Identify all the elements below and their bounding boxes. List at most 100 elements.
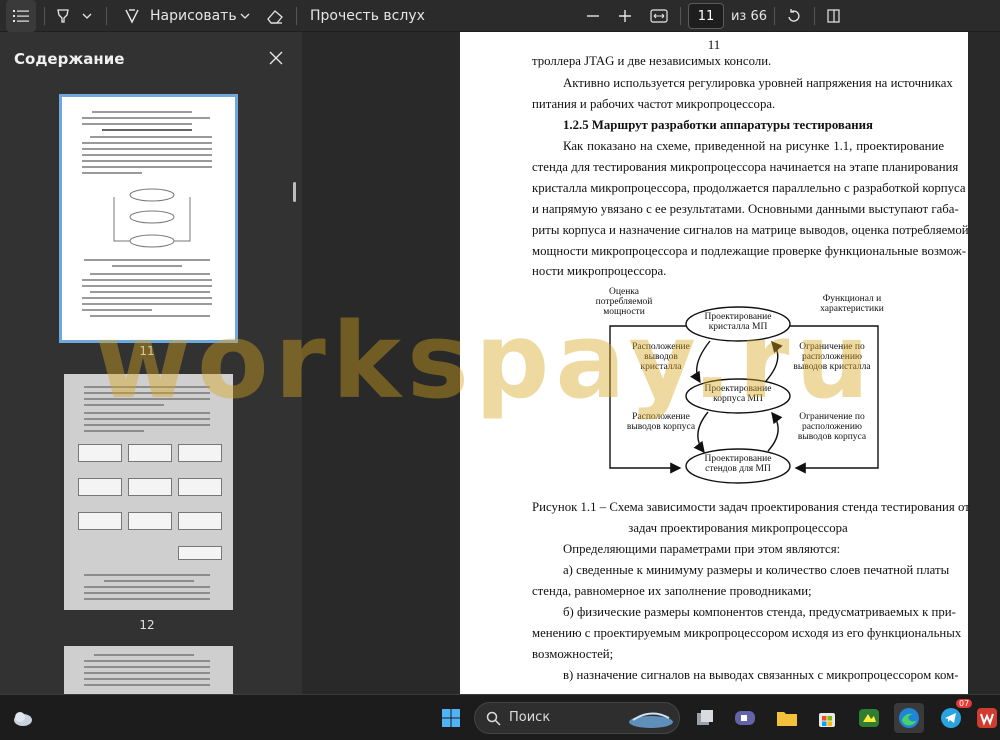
text-line: б) физические размеры компонентов стенда… (563, 605, 956, 619)
fit-width-icon (650, 9, 668, 23)
text-line: риты корпуса и назначение сигналов на ма… (532, 223, 969, 237)
diagram-node-chip-design: Проектирование кристалла МП (704, 312, 772, 332)
taskbar-search[interactable]: Поиск (474, 702, 680, 734)
figure-caption: задач проектирования микропроцессора (628, 521, 848, 535)
sidebar-title: Содержание (14, 50, 125, 68)
eraser-icon (267, 10, 283, 24)
chevron-down-icon (240, 13, 250, 19)
plus-icon (619, 10, 631, 22)
video-chat-icon (735, 711, 755, 725)
thumbnail-page-11[interactable] (59, 94, 238, 343)
eraser-button[interactable] (262, 0, 288, 32)
search-label: Поиск (509, 710, 551, 725)
toolbar-separator (680, 7, 681, 25)
text-line: троллера JTAG и две независимых консоли. (532, 54, 772, 68)
draw-button[interactable]: Нарисовать (150, 0, 237, 32)
wps-office-icon (977, 708, 997, 728)
file-explorer-button[interactable] (772, 703, 802, 733)
page-view-button[interactable] (822, 0, 846, 32)
text-line: менению с проектируемым микропроцессором… (532, 626, 962, 640)
toolbar-separator (106, 7, 107, 25)
pen-icon (125, 9, 139, 24)
text-line: ности микропроцессора. (532, 264, 667, 278)
store-button[interactable] (812, 703, 842, 733)
zoom-out-button[interactable] (582, 0, 604, 32)
folder-icon (777, 712, 797, 726)
toolbar-separator (814, 7, 815, 25)
diagram-label-chip-pins: Расположение выводов кристалла (632, 342, 690, 372)
diagram-label-chip-pin-limit: Ограничение по расположению выводов крис… (793, 342, 871, 372)
text-line: Как показано на схеме, приведенной на ри… (563, 139, 944, 153)
text-line: Определяющими параметрами при этом являю… (563, 542, 841, 556)
chevron-down-icon (82, 13, 92, 19)
diagram-node-package-design: Проектирование корпуса МП (704, 384, 772, 404)
thumbnail-diagram (113, 188, 191, 248)
search-icon (486, 711, 501, 726)
figure-1-1-diagram: Проектирование кристалла МП Проектирован… (590, 286, 890, 486)
minus-icon (587, 15, 599, 17)
weather-icon (14, 712, 32, 726)
start-button[interactable] (436, 703, 466, 733)
highlight-button[interactable] (52, 0, 74, 32)
draw-icon-button[interactable] (120, 0, 144, 32)
diagram-label-functional: Функционал и характеристики (820, 294, 884, 314)
toolbar-separator (296, 7, 297, 25)
weather-widget[interactable] (8, 703, 38, 733)
games-app-button[interactable] (854, 703, 884, 733)
telegram-icon (941, 708, 961, 728)
sidebar-scrollbar[interactable] (293, 182, 296, 202)
read-aloud-button[interactable]: Прочесть вслух (310, 0, 425, 32)
edge-button[interactable] (894, 703, 924, 733)
toolbar-separator (774, 7, 775, 25)
game-icon (859, 709, 879, 727)
edge-icon (899, 708, 919, 728)
telegram-badge: 07 (956, 699, 973, 708)
thumbnail-page-12[interactable] (64, 374, 233, 610)
zoom-in-button[interactable] (614, 0, 636, 32)
contents-sidebar: Содержание 11 12 (0, 32, 302, 694)
draw-label: Нарисовать (150, 8, 237, 24)
text-line: а) сведенные к минимуму размеры и количе… (563, 563, 950, 577)
diagram-label-power: Оценка потребляемой мощности (595, 287, 653, 317)
search-highlight-icon (629, 712, 673, 728)
fit-page-button[interactable] (646, 0, 672, 32)
pdf-page: 11 троллера JTAG и две независимых консо… (460, 32, 970, 694)
text-line: в) назначение сигналов на выводах связан… (563, 668, 959, 682)
text-line: и напрямую увязано с ее результатами. Ос… (532, 202, 959, 216)
text-line: возможностей; (532, 647, 614, 661)
page-total-label: из 66 (730, 8, 768, 24)
draw-dropdown[interactable] (236, 0, 254, 32)
figure-caption: Рисунок 1.1 – Схема зависимости задач пр… (532, 500, 970, 514)
toolbar-separator (44, 7, 45, 25)
highlight-dropdown[interactable] (78, 0, 96, 32)
document-viewport[interactable]: 11 троллера JTAG и две независимых консо… (302, 32, 1000, 694)
page-view-icon (827, 9, 840, 23)
text-line: стенда, равномерное их заполнение провод… (532, 584, 812, 598)
highlighter-icon (57, 9, 69, 23)
rotate-icon (788, 9, 800, 22)
text-line: мощности микропроцессора и подлежащие пр… (532, 244, 967, 258)
diagram-label-package-pin-limit: Ограничение по расположению выводов корп… (797, 412, 867, 442)
contents-list-button[interactable] (6, 0, 36, 32)
toolbar: Нарисовать Прочесть вслух 11 из 66 (0, 0, 1000, 32)
windows-icon (442, 709, 460, 727)
thumbnail-label-11: 11 (139, 344, 155, 358)
thumbnail-page-13[interactable] (64, 646, 233, 694)
section-heading: 1.2.5 Маршрут разработки аппаратуры тест… (563, 118, 873, 132)
diagram-label-package-pins: Расположение выводов корпуса (626, 412, 696, 432)
close-sidebar-button[interactable] (266, 48, 286, 68)
wps-button[interactable] (974, 703, 1000, 733)
text-line: питания и рабочих частот микропроцессора… (532, 97, 776, 111)
list-icon (13, 10, 29, 22)
text-line: стенда для тестирования микропроцессора … (532, 160, 959, 174)
page-number: 11 (707, 37, 721, 52)
text-line: Активно используется регулировка уровней… (563, 76, 953, 90)
chat-app-button[interactable] (730, 703, 760, 733)
page-number-input[interactable]: 11 (688, 3, 724, 29)
task-view-button[interactable] (690, 703, 720, 733)
task-view-icon (697, 710, 713, 725)
close-icon (269, 51, 283, 65)
diagram-node-stand-design: Проектирование стендов для МП (704, 454, 772, 474)
rotate-button[interactable] (782, 0, 806, 32)
text-line: кристалла микропроцессора, продолжается … (532, 181, 966, 195)
